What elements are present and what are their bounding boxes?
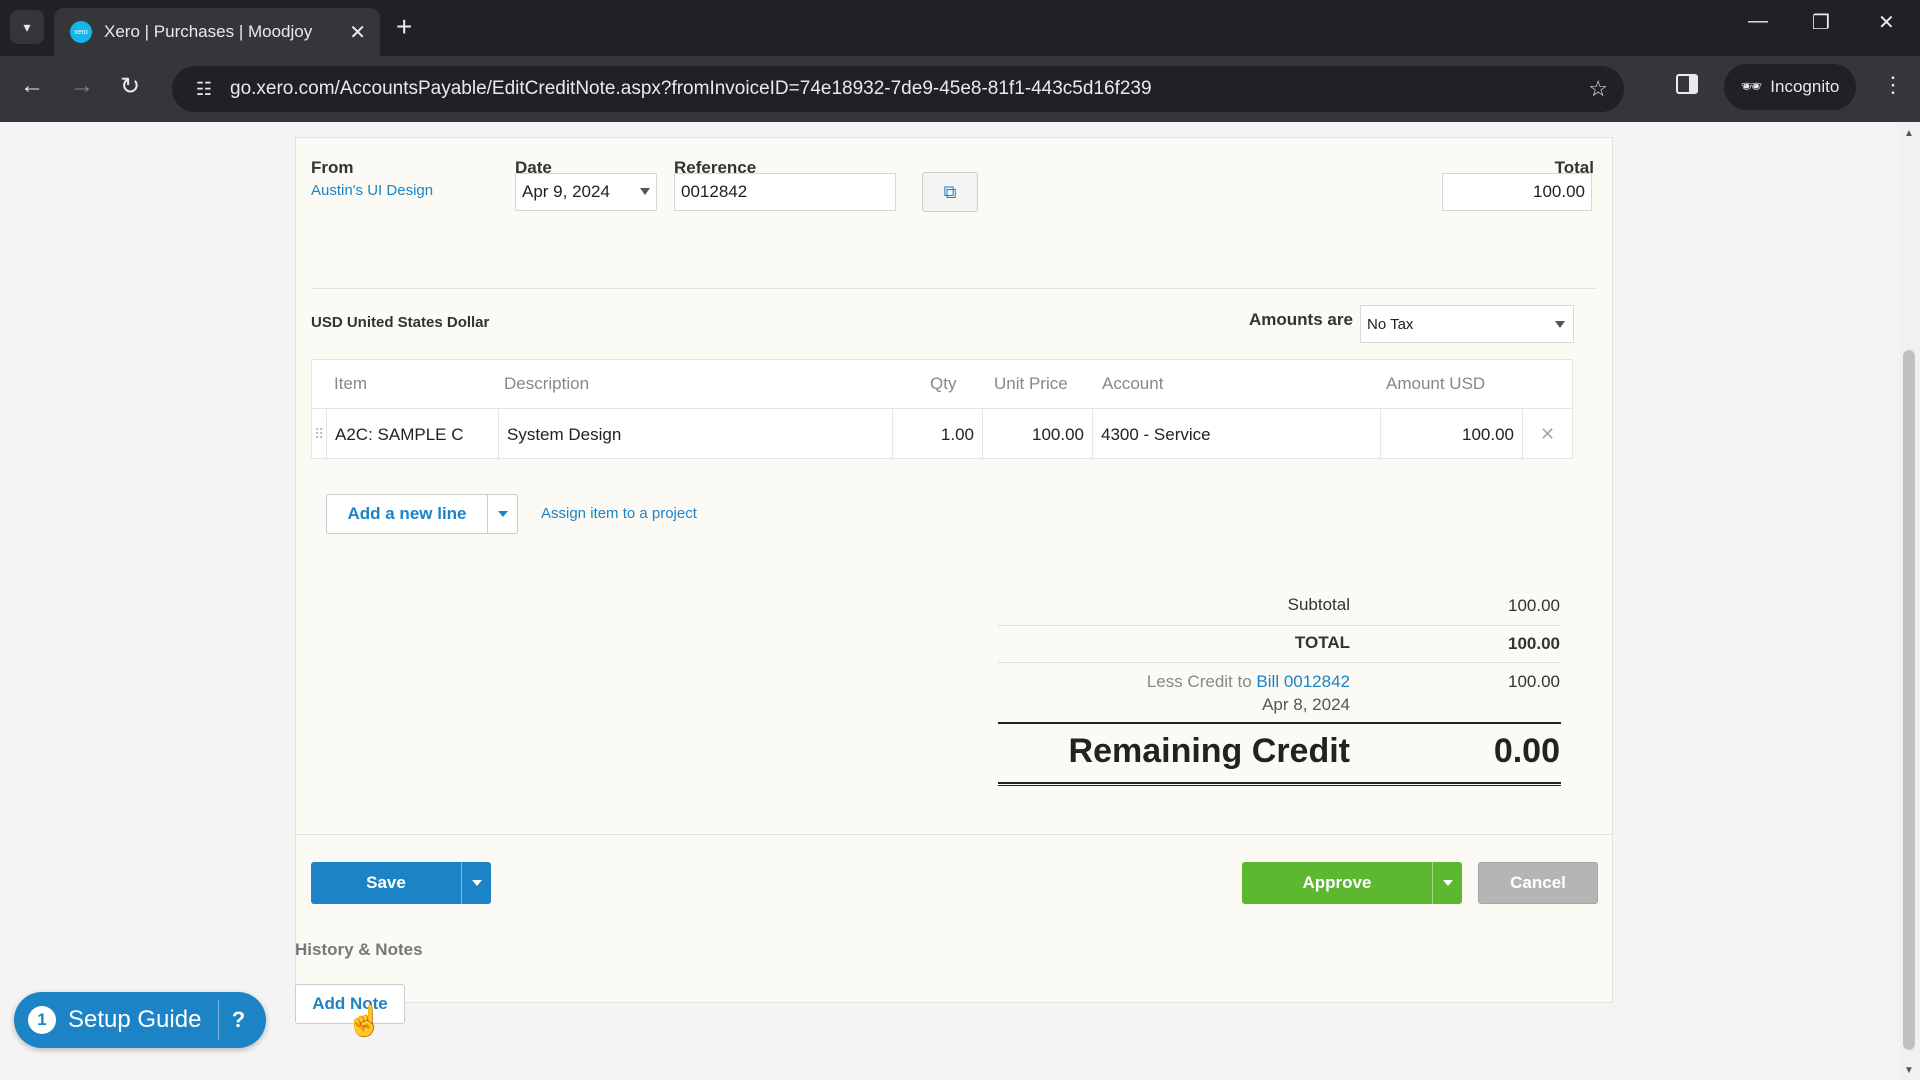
add-line-dropdown-icon	[497, 511, 508, 517]
row-drag-handle-icon[interactable]: ⠿	[312, 408, 326, 460]
col-header-account: Account	[1102, 374, 1164, 393]
total-value: 100.00	[1533, 182, 1585, 201]
summary-divider	[998, 662, 1561, 663]
approve-split-button: Approve	[1242, 862, 1462, 904]
scrollbar-thumb[interactable]	[1903, 350, 1915, 1050]
remaining-top-rule	[998, 722, 1561, 724]
amounts-are-label: Amounts are	[1249, 310, 1353, 329]
col-header-description: Description	[504, 374, 590, 393]
incognito-label: Incognito	[1770, 77, 1840, 96]
add-new-line-button[interactable]: Add a new line	[327, 495, 487, 533]
save-dropdown-icon	[471, 880, 482, 886]
approve-button[interactable]: Approve	[1242, 862, 1432, 904]
xero-favicon-icon: xero	[70, 21, 92, 43]
row-delete-icon[interactable]: ✕	[1522, 408, 1572, 460]
scroll-down-icon[interactable]: ▼	[1904, 1065, 1914, 1076]
page-scrollbar[interactable]: ▲ ▼	[1898, 122, 1920, 1080]
total-field: 100.00	[1442, 173, 1592, 211]
date-field[interactable]: Apr 9, 2024	[515, 173, 657, 211]
from-contact-link[interactable]: Austin's UI Design	[311, 182, 433, 199]
total-summary-value: 100.00	[1508, 634, 1560, 653]
divider	[311, 288, 1597, 289]
less-credit-prefix: Less Credit to	[1146, 672, 1252, 691]
setup-guide-label: Setup Guide	[68, 1006, 202, 1033]
cancel-button-wrap: Cancel	[1478, 862, 1598, 904]
assign-project-link[interactable]: Assign item to a project	[541, 505, 697, 522]
url-text[interactable]: go.xero.com/AccountsPayable/EditCreditNo…	[230, 78, 1588, 100]
add-line-dropdown-button[interactable]	[487, 495, 517, 533]
less-credit-date: Apr 8, 2024	[1262, 695, 1350, 714]
tab-title: Xero | Purchases | Moodjoy	[104, 22, 313, 41]
page-content: From Austin's UI Design Date Apr 9, 2024…	[0, 122, 1920, 1080]
copy-icon: ⧉	[943, 181, 957, 202]
row-account-cell[interactable]: 4300 - Service	[1092, 408, 1380, 460]
approve-dropdown-button[interactable]	[1432, 862, 1462, 904]
row-unit-price-cell[interactable]: 100.00	[982, 408, 1092, 460]
from-label: From	[311, 158, 354, 177]
browser-tab-active[interactable]: xero Xero | Purchases | Moodjoy ✕	[54, 8, 380, 56]
site-info-icon[interactable]: ☷	[184, 79, 224, 100]
subtotal-value: 100.00	[1508, 596, 1560, 615]
amounts-are-dropdown-icon[interactable]	[1555, 321, 1565, 328]
subtotal-label: Subtotal	[1287, 595, 1350, 614]
remaining-credit-value: 0.00	[1493, 732, 1560, 770]
row-description-cell[interactable]: System Design	[498, 408, 892, 460]
add-line-split-button: Add a new line	[326, 494, 518, 534]
incognito-icon: 🕶	[1740, 77, 1763, 96]
amounts-are-value: No Tax	[1367, 315, 1414, 333]
side-panel-icon[interactable]	[1676, 74, 1698, 94]
row-item-cell[interactable]: A2C: SAMPLE C	[326, 408, 498, 460]
less-credit-value: 100.00	[1508, 672, 1560, 691]
browser-menu-icon[interactable]: ⋮	[1882, 72, 1904, 98]
scroll-up-icon[interactable]: ▲	[1904, 128, 1914, 139]
back-icon[interactable]: ←	[20, 72, 44, 100]
currency-label: USD United States Dollar	[311, 314, 490, 331]
cancel-button[interactable]: Cancel	[1479, 863, 1597, 903]
browser-toolbar: ← → ↻ ☷ go.xero.com/AccountsPayable/Edit…	[0, 56, 1920, 122]
reference-value: 0012842	[681, 182, 748, 201]
tab-close-icon[interactable]: ✕	[349, 20, 366, 45]
less-credit-line: Less Credit to Bill 0012842	[1147, 672, 1350, 692]
copy-reference-button[interactable]: ⧉	[922, 172, 978, 212]
new-tab-icon[interactable]: +	[396, 10, 412, 44]
minimize-icon[interactable]: —	[1748, 10, 1768, 33]
forward-icon[interactable]: →	[70, 72, 94, 100]
approve-dropdown-icon	[1442, 880, 1453, 886]
tab-search-button[interactable]: ▾	[10, 10, 44, 44]
summary-divider	[998, 625, 1561, 626]
line-items-table: Item Description Qty Unit Price Account …	[311, 359, 1573, 460]
bill-link[interactable]: Bill 0012842	[1256, 672, 1350, 691]
col-header-unit-price: Unit Price	[994, 374, 1068, 393]
setup-guide-button[interactable]: 1 Setup Guide ?	[14, 992, 266, 1048]
row-qty-cell[interactable]: 1.00	[892, 408, 982, 460]
row-amount-cell[interactable]: 100.00	[1380, 408, 1522, 460]
hand-cursor-icon: ☝	[346, 1005, 384, 1038]
button-bar-divider	[296, 834, 1614, 835]
incognito-indicator[interactable]: 🕶 Incognito	[1724, 64, 1856, 110]
browser-tab-bar: ▾ xero Xero | Purchases | Moodjoy ✕ + — …	[0, 0, 1920, 56]
bookmark-star-icon[interactable]: ☆	[1588, 76, 1608, 102]
col-header-item: Item	[334, 374, 368, 393]
reference-input[interactable]: 0012842	[674, 173, 896, 211]
save-button[interactable]: Save	[311, 862, 461, 904]
address-bar[interactable]: ☷ go.xero.com/AccountsPayable/EditCredit…	[172, 66, 1624, 112]
date-dropdown-icon[interactable]	[640, 188, 650, 195]
date-value: Apr 9, 2024	[522, 182, 610, 201]
window-close-icon[interactable]: ✕	[1878, 10, 1895, 35]
setup-guide-count: 1	[28, 1006, 56, 1034]
restore-icon[interactable]: ❐	[1812, 10, 1830, 35]
credit-note-form: From Austin's UI Design Date Apr 9, 2024…	[295, 137, 1614, 1003]
save-dropdown-button[interactable]	[461, 862, 491, 904]
col-header-qty: Qty	[930, 374, 957, 393]
history-notes-title: History & Notes	[295, 940, 423, 959]
col-header-amount: Amount USD	[1386, 374, 1486, 393]
help-icon[interactable]: ?	[218, 1000, 258, 1040]
total-summary-label: TOTAL	[1294, 633, 1350, 652]
remaining-bottom-rule	[998, 782, 1561, 786]
amounts-are-select[interactable]: No Tax	[1360, 305, 1574, 343]
reload-icon[interactable]: ↻	[120, 72, 140, 101]
save-split-button: Save	[311, 862, 491, 904]
remaining-credit-label: Remaining Credit	[1068, 732, 1350, 770]
